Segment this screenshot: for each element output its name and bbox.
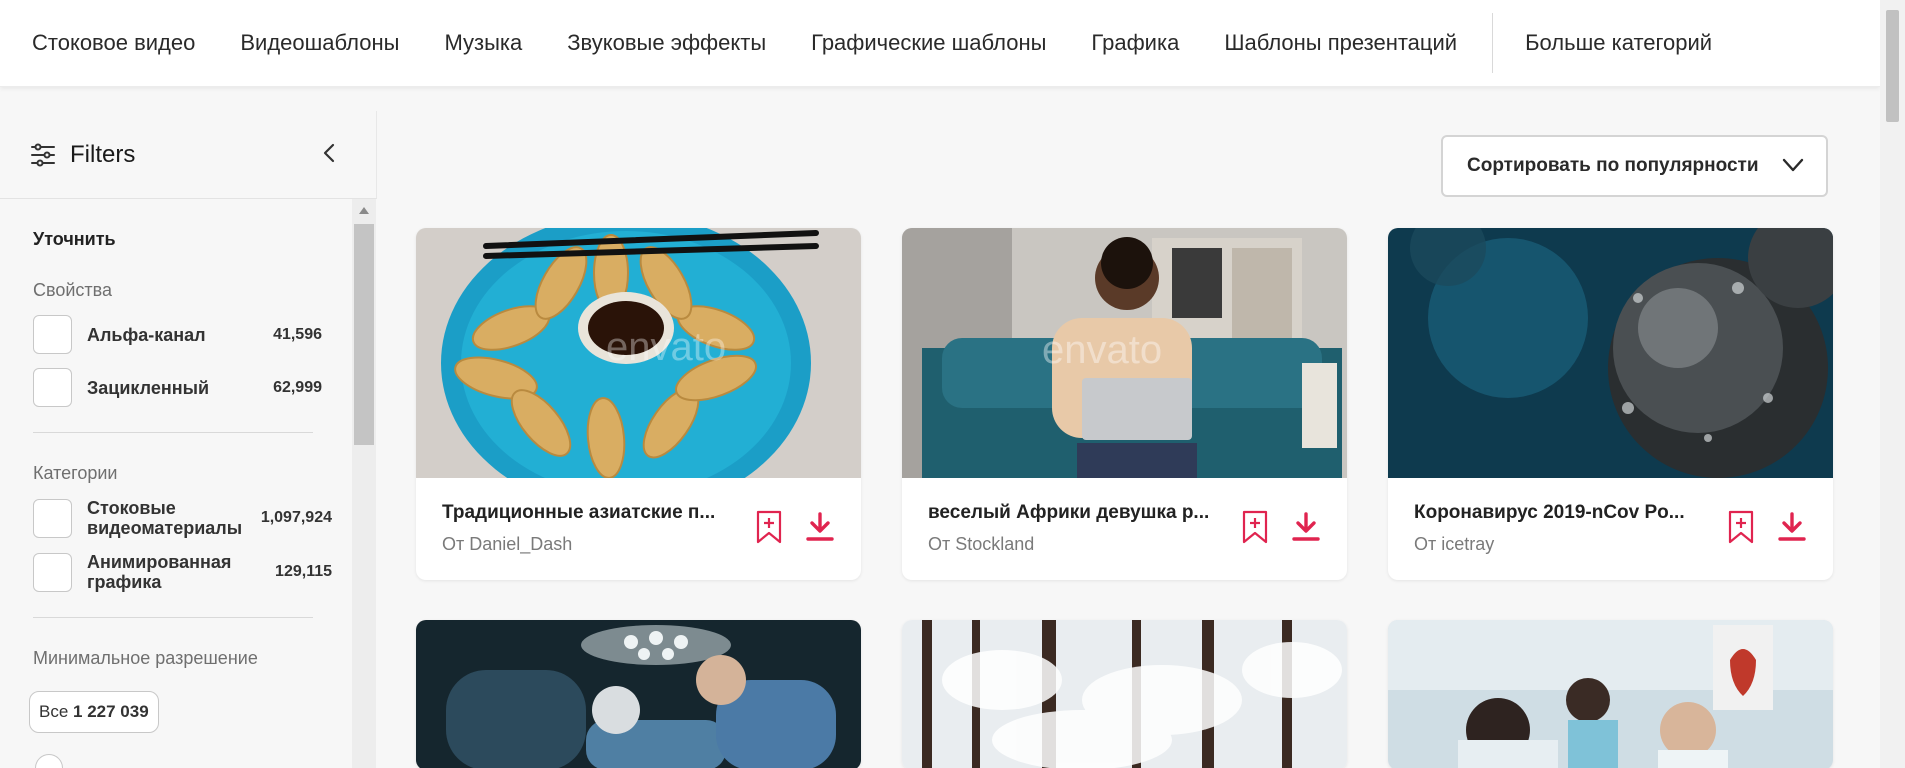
resolution-badge-count: 1 227 039 — [73, 702, 149, 721]
card-title[interactable]: Традиционные азиатские п... — [442, 502, 732, 524]
card-title[interactable]: веселый Африки девушка р... — [928, 502, 1218, 524]
filter-option-count: 1,097,924 — [260, 509, 332, 526]
video-thumbnail[interactable] — [1388, 228, 1833, 478]
video-card[interactable]: envato Традиционные азиатские п... От Da… — [416, 228, 861, 580]
video-card[interactable] — [902, 620, 1347, 768]
bookmark-add-icon[interactable] — [1242, 510, 1268, 544]
sort-dropdown[interactable]: Сортировать по популярности — [1441, 135, 1828, 197]
card-info: веселый Африки девушка р... От Stockland — [902, 478, 1347, 580]
nav-presentation-templates[interactable]: Шаблоны презентаций — [1224, 30, 1457, 56]
download-icon[interactable] — [806, 512, 834, 542]
filter-option-looped[interactable]: Зацикленный 62,999 — [33, 368, 352, 407]
filter-option-motion-graphics[interactable]: Анимированная графика 129,115 — [33, 552, 352, 592]
filter-option-count: 129,115 — [275, 563, 332, 580]
video-thumbnail[interactable]: envato — [902, 228, 1347, 478]
nav-sound-effects[interactable]: Звуковые эффекты — [567, 30, 766, 56]
resolution-value-badge: Все 1 227 039 — [29, 691, 159, 733]
video-card[interactable] — [1388, 620, 1833, 768]
envato-watermark: envato — [1042, 328, 1162, 372]
chevron-left-icon[interactable] — [318, 141, 340, 165]
download-icon[interactable] — [1778, 512, 1806, 542]
section-divider — [33, 432, 313, 433]
filter-option-label: Анимированная графика — [87, 552, 232, 592]
filters-scrollbar-thumb[interactable] — [354, 224, 374, 445]
nav-video-templates[interactable]: Видеошаблоны — [240, 30, 399, 56]
bookmark-add-icon[interactable] — [756, 510, 782, 544]
resolution-slider-handle[interactable] — [35, 754, 63, 768]
video-card[interactable]: Коронавирус 2019-nCov Po... От icetray — [1388, 228, 1833, 580]
video-thumbnail[interactable] — [1388, 620, 1833, 768]
video-card[interactable]: envato веселый Африки девушка р... От St… — [902, 228, 1347, 580]
window-scrollbar[interactable] — [1880, 0, 1905, 768]
envato-watermark: envato — [606, 325, 726, 369]
nav-music[interactable]: Музыка — [444, 30, 522, 56]
chevron-down-icon — [1782, 158, 1804, 172]
resolution-badge-prefix: Все — [39, 702, 69, 721]
video-card[interactable] — [416, 620, 861, 768]
window-scrollbar-thumb[interactable] — [1886, 10, 1899, 122]
nav-stock-video[interactable]: Стоковое видео — [32, 30, 195, 56]
filter-sliders-icon — [31, 143, 55, 166]
checkbox-motion-graphics[interactable] — [33, 552, 72, 592]
category-nav: Стоковое видео Видеошаблоны Музыка Звуко… — [0, 0, 1880, 87]
checkbox-stock-footage[interactable] — [33, 498, 72, 538]
filters-sidebar: Filters Уточнить Свойства Альфа-канал 41… — [0, 111, 377, 768]
video-thumbnail[interactable] — [902, 620, 1347, 768]
nav-graphics[interactable]: Графика — [1091, 30, 1179, 56]
scroll-up-arrow-icon[interactable] — [359, 207, 369, 214]
checkbox-looped[interactable] — [33, 368, 72, 407]
card-info: Коронавирус 2019-nCov Po... От icetray — [1388, 478, 1833, 580]
filters-header: Filters — [0, 111, 377, 199]
section-divider — [33, 617, 313, 618]
resolution-heading: Минимальное разрешение — [33, 648, 258, 668]
video-thumbnail[interactable] — [416, 620, 861, 768]
video-thumbnail[interactable]: envato — [416, 228, 861, 478]
filter-option-label: Стоковые видеоматериалы — [87, 498, 243, 538]
filters-scrollbar[interactable] — [352, 199, 376, 768]
checkbox-alpha[interactable] — [33, 315, 72, 354]
filters-content: Уточнить Свойства Альфа-канал 41,596 Зац… — [0, 199, 352, 768]
filters-body: Уточнить Свойства Альфа-канал 41,596 Зац… — [0, 199, 377, 768]
nav-divider — [1492, 13, 1494, 73]
nav-graphic-templates[interactable]: Графические шаблоны — [811, 30, 1046, 56]
download-icon[interactable] — [1292, 512, 1320, 542]
card-info: Традиционные азиатские п... От Daniel_Da… — [416, 478, 861, 580]
card-title[interactable]: Коронавирус 2019-nCov Po... — [1414, 502, 1704, 524]
filter-option-label: Зацикленный — [87, 377, 210, 398]
filter-option-count: 41,596 — [273, 325, 322, 343]
nav-more-categories[interactable]: Больше категорий — [1525, 30, 1712, 56]
filter-option-label: Альфа-канал — [87, 324, 206, 345]
filter-option-count: 62,999 — [273, 378, 322, 396]
categories-heading: Категории — [33, 463, 118, 483]
refine-heading: Уточнить — [33, 229, 116, 249]
bookmark-add-icon[interactable] — [1728, 510, 1754, 544]
sort-label: Сортировать по популярности — [1467, 155, 1759, 176]
filter-option-stock-footage[interactable]: Стоковые видеоматериалы 1,097,924 — [33, 498, 352, 538]
filters-title: Filters — [70, 140, 136, 168]
filter-option-alpha[interactable]: Альфа-канал 41,596 — [33, 315, 352, 354]
properties-heading: Свойства — [33, 280, 113, 300]
